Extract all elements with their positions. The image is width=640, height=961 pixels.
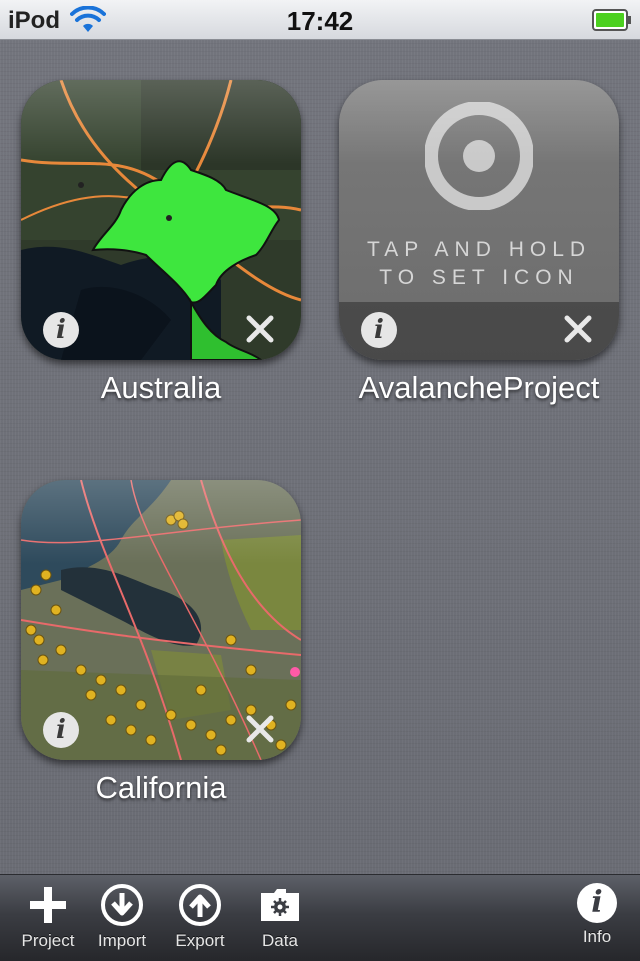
export-button[interactable]: Export xyxy=(160,883,240,951)
toolbar-label-import: Import xyxy=(97,931,147,950)
toolbar-label-info: Info xyxy=(582,927,612,946)
delete-icon[interactable] xyxy=(563,314,593,344)
export-arrow-up-icon xyxy=(179,884,221,926)
info-icon[interactable]: i xyxy=(43,712,79,748)
status-time: 17:42 xyxy=(286,6,354,36)
import-arrow-down-icon xyxy=(101,884,143,926)
delete-icon[interactable] xyxy=(245,714,275,744)
bottom-toolbar: Project Import Export Data i Info xyxy=(0,874,640,961)
info-icon[interactable]: i xyxy=(361,312,397,348)
set-icon-hint: TAP AND HOLD TO SET ICON xyxy=(339,236,619,292)
data-button[interactable]: Data xyxy=(240,883,320,951)
toolbar-label-project: Project xyxy=(21,931,75,950)
project-california[interactable]: i California xyxy=(11,480,311,806)
new-project-button[interactable]: Project xyxy=(8,883,88,951)
project-icon-california[interactable]: i xyxy=(21,480,301,760)
hint-line-1: TAP AND HOLD xyxy=(366,238,592,261)
project-name: AvalancheProject xyxy=(358,370,600,405)
project-australia[interactable]: i Australia xyxy=(11,80,311,406)
project-avalancheproject[interactable]: TAP AND HOLD TO SET ICON i AvalancheProj… xyxy=(329,80,629,406)
app-info-button[interactable]: i Info xyxy=(557,883,637,947)
project-icon-australia[interactable]: i xyxy=(21,80,301,360)
status-bar: iPod 17:42 xyxy=(0,0,640,40)
project-name: Australia xyxy=(100,370,222,405)
info-icon[interactable]: i xyxy=(43,312,79,348)
toolbar-label-export: Export xyxy=(175,931,225,950)
project-icon-avalancheproject[interactable]: TAP AND HOLD TO SET ICON i xyxy=(339,80,619,360)
project-name: California xyxy=(95,770,227,805)
hint-line-2: TO SET ICON xyxy=(379,266,579,289)
data-folder-gear-icon xyxy=(261,889,299,921)
info-icon: i xyxy=(577,883,617,923)
plus-icon xyxy=(30,887,66,923)
toolbar-label-data: Data xyxy=(262,931,298,950)
delete-icon[interactable] xyxy=(245,314,275,344)
battery-icon xyxy=(592,9,631,31)
import-button[interactable]: Import xyxy=(82,883,162,951)
target-icon xyxy=(425,102,533,210)
